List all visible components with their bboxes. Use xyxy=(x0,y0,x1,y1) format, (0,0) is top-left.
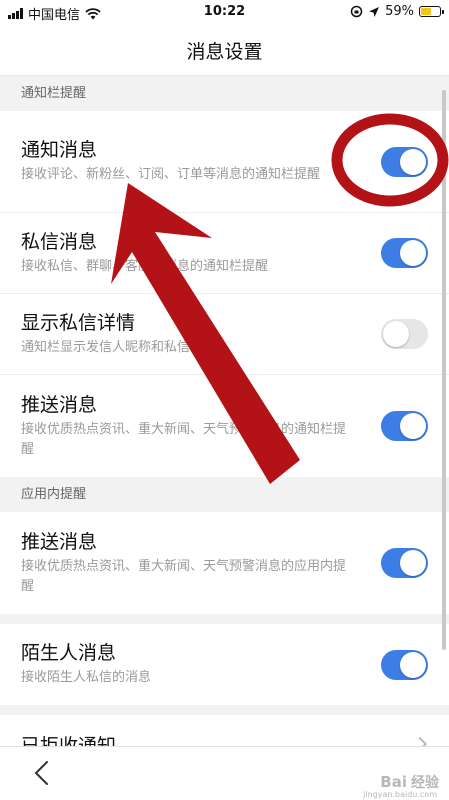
toggle-show-private-details[interactable] xyxy=(381,319,428,349)
row-label: 私信消息 xyxy=(21,230,98,253)
row-stranger-messages: 陌生人消息 接收陌生人私信的消息 xyxy=(0,624,449,705)
row-label: 陌生人消息 xyxy=(21,642,117,664)
row-description: 通知栏显示发信人昵称和私信内容 xyxy=(21,339,217,355)
toggle-push-messages-bar[interactable] xyxy=(381,411,428,441)
group-stranger: 陌生人消息 接收陌生人私信的消息 xyxy=(0,624,449,705)
watermark-logo: Bai xyxy=(380,773,407,791)
back-arrow-icon[interactable] xyxy=(30,760,54,786)
rotation-lock-icon xyxy=(350,5,363,18)
nav-bar: 消息设置 xyxy=(0,26,449,76)
toggle-private-messages[interactable] xyxy=(381,238,428,268)
toggle-knob xyxy=(400,148,426,175)
group-rejected: 已拒收通知 xyxy=(0,715,449,746)
scrollbar[interactable] xyxy=(442,90,446,650)
row-private-messages: 私信消息 接收私信、群聊、客服等消息的通知栏提醒 xyxy=(0,213,449,294)
settings-list: 通知栏提醒 通知消息 接收评论、新粉丝、订阅、订单等消息的通知栏提醒 私信消息 … xyxy=(0,76,449,746)
watermark: Bai 经验 jingyan.baidu.com xyxy=(363,772,439,799)
chevron-right-icon xyxy=(412,736,428,746)
row-description: 接收优质热点资讯、重大新闻、天气预警消息的通知栏提醒 xyxy=(21,421,347,457)
row-label: 已拒收通知 xyxy=(21,735,117,746)
row-description: 接收私信、群聊、客服等消息的通知栏提醒 xyxy=(21,258,269,274)
page-title: 消息设置 xyxy=(186,41,263,63)
toggle-push-messages-in-app[interactable] xyxy=(381,548,428,578)
row-notify-messages: 通知消息 接收评论、新粉丝、订阅、订单等消息的通知栏提醒 xyxy=(0,111,449,213)
section-header-in-app: 应用内提醒 xyxy=(0,477,449,512)
row-description: 接收陌生人私信的消息 xyxy=(21,670,152,685)
row-label: 通知消息 xyxy=(21,139,98,161)
row-rejected-notifications[interactable]: 已拒收通知 xyxy=(0,715,449,746)
row-push-messages-bar: 推送消息 接收优质热点资讯、重大新闻、天气预警消息的通知栏提醒 xyxy=(0,375,449,477)
location-icon xyxy=(369,6,380,17)
row-label: 推送消息 xyxy=(21,393,98,416)
battery-icon xyxy=(419,6,444,17)
watermark-text: 经验 xyxy=(411,775,439,791)
section-header-notification-bar: 通知栏提醒 xyxy=(0,76,449,111)
group-in-app: 推送消息 接收优质热点资讯、重大新闻、天气预警消息的应用内提醒 xyxy=(0,512,449,614)
toggle-notify-messages[interactable] xyxy=(381,146,428,177)
divider xyxy=(0,614,449,624)
battery-percent: 59% xyxy=(385,4,414,19)
row-show-private-details: 显示私信详情 通知栏显示发信人昵称和私信内容 xyxy=(0,294,449,375)
group-notification-bar: 通知消息 接收评论、新粉丝、订阅、订单等消息的通知栏提醒 私信消息 接收私信、群… xyxy=(0,111,449,477)
toggle-stranger-messages[interactable] xyxy=(381,649,428,680)
toggle-knob xyxy=(383,321,409,347)
row-push-messages-in-app: 推送消息 接收优质热点资讯、重大新闻、天气预警消息的应用内提醒 xyxy=(0,512,449,614)
divider xyxy=(0,705,449,715)
row-label: 显示私信详情 xyxy=(21,311,136,334)
toggle-knob xyxy=(400,651,426,678)
toggle-knob xyxy=(400,413,426,439)
row-label: 推送消息 xyxy=(21,530,98,553)
row-description: 接收评论、新粉丝、订阅、订单等消息的通知栏提醒 xyxy=(21,167,321,182)
toggle-knob xyxy=(400,240,426,266)
status-bar: 中国电信 10:22 59% xyxy=(0,0,449,26)
toggle-knob xyxy=(400,550,426,576)
row-description: 接收优质热点资讯、重大新闻、天气预警消息的应用内提醒 xyxy=(21,558,347,594)
watermark-url: jingyan.baidu.com xyxy=(363,790,437,799)
